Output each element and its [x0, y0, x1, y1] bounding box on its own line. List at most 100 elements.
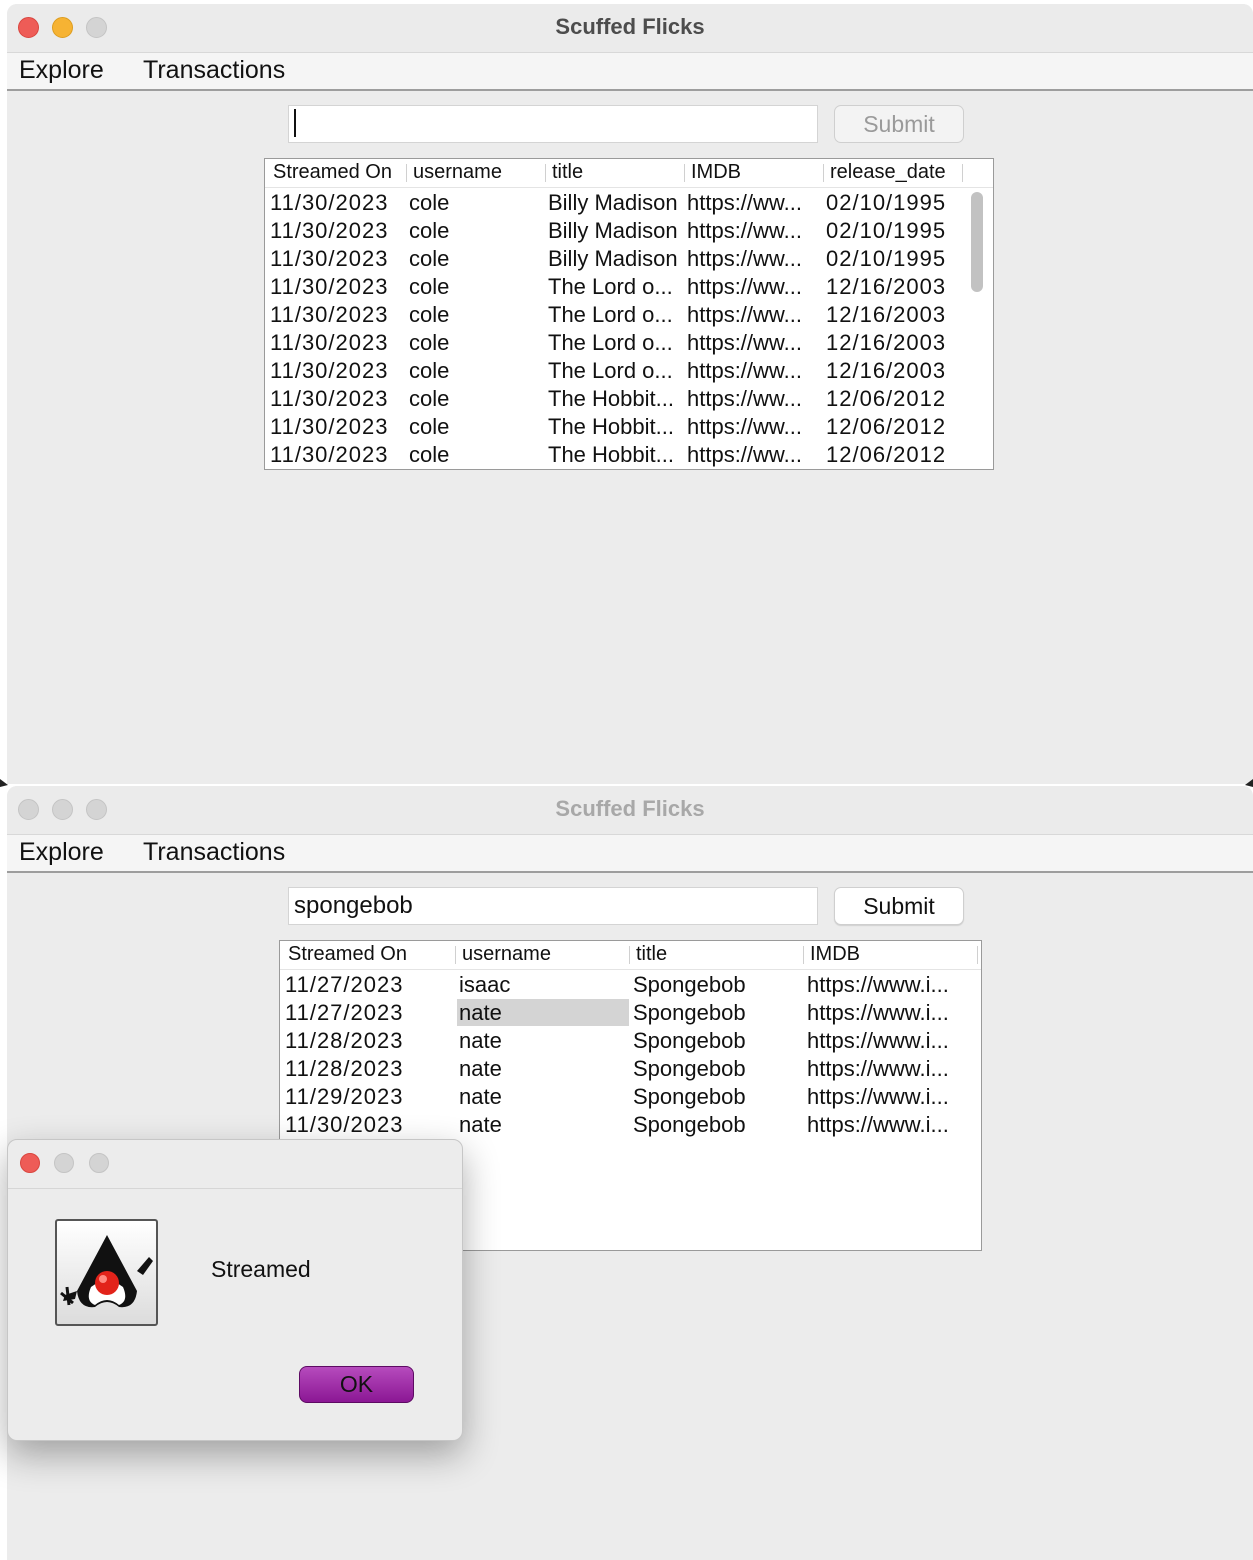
column-header-streamed-on[interactable]: Streamed On [288, 943, 407, 966]
table-cell: cole [409, 274, 450, 299]
text-caret [294, 108, 296, 137]
table-cell: https://ww... [687, 274, 802, 299]
table-cell: 11/28/2023 [285, 1056, 404, 1081]
table-cell: https://ww... [687, 330, 802, 355]
table-cell: nate [459, 1056, 502, 1081]
table-cell: 11/30/2023 [270, 190, 389, 215]
table-cell: 02/10/1995 [826, 190, 947, 215]
menu-transactions[interactable]: Transactions [143, 838, 285, 867]
menu-bar: Explore Transactions [7, 835, 1253, 873]
table-row[interactable]: 11/30/2023 cole Billy Madison https://ww...… [265, 217, 993, 245]
table-row[interactable]: 11/27/2023 nate Spongebob https://www.i... [280, 999, 981, 1027]
column-header-release-date[interactable]: release_date [830, 161, 946, 184]
table-cell: cole [409, 414, 450, 439]
table-cell: 11/30/2023 [285, 1112, 404, 1137]
transactions-table[interactable]: Streamed On username title IMDB release_… [264, 158, 994, 470]
close-button[interactable] [20, 1153, 40, 1173]
table-cell: cole [409, 190, 450, 215]
menu-explore[interactable]: Explore [19, 838, 104, 867]
window-titlebar[interactable]: Scuffed Flicks [7, 786, 1253, 835]
submit-button[interactable]: Submit [834, 105, 964, 143]
table-cell: The Lord o... [548, 302, 673, 327]
ok-button[interactable]: OK [299, 1366, 414, 1403]
menu-explore[interactable]: Explore [19, 56, 104, 85]
column-header-imdb[interactable]: IMDB [691, 161, 741, 184]
table-row[interactable]: 11/28/2023 nate Spongebob https://www.i... [280, 1027, 981, 1055]
vertical-scrollbar[interactable] [971, 192, 983, 292]
dialog-message: Streamed [211, 1256, 311, 1282]
table-cell: 11/30/2023 [270, 274, 389, 299]
table-cell: 11/28/2023 [285, 1028, 404, 1053]
submit-button[interactable]: Submit [834, 887, 964, 925]
table-cell: nate [459, 1028, 502, 1053]
table-cell: Billy Madison [548, 218, 678, 243]
table-cell: https://www.i... [807, 1084, 949, 1109]
table-row[interactable]: 11/30/2023 cole The Lord o... https://ww...… [265, 301, 993, 329]
table-cell: 11/30/2023 [270, 246, 389, 271]
table-cell: Billy Madison [548, 190, 678, 215]
table-cell: isaac [459, 972, 511, 997]
table-cell: nate [459, 1084, 502, 1109]
column-header-title[interactable]: title [636, 943, 667, 966]
java-duke-icon [55, 1219, 158, 1326]
message-dialog: Streamed OK [7, 1139, 463, 1441]
table-cell: https://ww... [687, 190, 802, 215]
table-header: Streamed On username title IMDB [280, 941, 981, 970]
column-header-username[interactable]: username [413, 161, 502, 184]
table-cell: cole [409, 246, 450, 271]
table-row[interactable]: 11/30/2023 cole The Lord o... https://ww...… [265, 273, 993, 301]
table-cell: 11/30/2023 [270, 386, 389, 411]
table-cell: https://www.i... [807, 1112, 949, 1137]
table-cell: nate [459, 1000, 502, 1025]
column-header-title[interactable]: title [552, 161, 583, 184]
table-cell: https://ww... [687, 414, 802, 439]
dialog-titlebar[interactable] [8, 1140, 462, 1189]
table-row[interactable]: 11/29/2023 nate Spongebob https://www.i... [280, 1083, 981, 1111]
table-cell: cole [409, 358, 450, 383]
table-row[interactable]: 11/30/2023 cole The Hobbit... https://ww...… [265, 413, 993, 441]
table-row[interactable]: 11/30/2023 cole Billy Madison https://ww...… [265, 189, 993, 217]
table-cell: 12/06/2012 [826, 442, 947, 467]
window-title: Scuffed Flicks [555, 14, 705, 39]
table-cell: 11/27/2023 [285, 1000, 404, 1025]
column-header-username[interactable]: username [462, 943, 551, 966]
table-row[interactable]: 11/30/2023 cole The Hobbit... https://ww...… [265, 441, 993, 469]
main-window-1: Scuffed Flicks Explore Transactions Subm… [7, 4, 1253, 784]
table-row[interactable]: 11/28/2023 nate Spongebob https://www.i... [280, 1055, 981, 1083]
table-cell: 11/29/2023 [285, 1084, 404, 1109]
table-cell: Spongebob [633, 1056, 746, 1081]
table-cell: nate [459, 1112, 502, 1137]
table-cell: 12/16/2003 [826, 358, 947, 383]
table-cell: 11/27/2023 [285, 972, 404, 997]
table-row[interactable]: 11/27/2023 isaac Spongebob https://www.i... [280, 971, 981, 999]
column-header-imdb[interactable]: IMDB [810, 943, 860, 966]
table-cell: The Lord o... [548, 274, 673, 299]
table-cell: https://www.i... [807, 1056, 949, 1081]
window-titlebar[interactable]: Scuffed Flicks [7, 4, 1253, 53]
zoom-button[interactable] [89, 1153, 109, 1173]
search-input[interactable] [288, 105, 818, 143]
table-cell: cole [409, 330, 450, 355]
table-cell: https://ww... [687, 302, 802, 327]
table-cell: 11/30/2023 [270, 302, 389, 327]
minimize-button[interactable] [54, 1153, 74, 1173]
table-cell: The Lord o... [548, 358, 673, 383]
table-cell: 02/10/1995 [826, 246, 947, 271]
table-header: Streamed On username title IMDB release_… [265, 159, 993, 188]
table-cell: https://ww... [687, 442, 802, 467]
table-cell: Spongebob [633, 1112, 746, 1137]
table-cell: https://www.i... [807, 1000, 949, 1025]
table-row[interactable]: 11/30/2023 cole The Hobbit... https://ww...… [265, 385, 993, 413]
table-row[interactable]: 11/30/2023 cole The Lord o... https://ww...… [265, 357, 993, 385]
menu-transactions[interactable]: Transactions [143, 56, 285, 85]
table-row[interactable]: 11/30/2023 cole Billy Madison https://ww...… [265, 245, 993, 273]
table-cell: Spongebob [633, 1000, 746, 1025]
table-cell: Spongebob [633, 972, 746, 997]
table-row[interactable]: 11/30/2023 cole The Lord o... https://ww...… [265, 329, 993, 357]
window-title: Scuffed Flicks [555, 796, 705, 821]
table-cell: Spongebob [633, 1084, 746, 1109]
table-cell: The Hobbit... [548, 386, 674, 411]
table-row[interactable]: 11/30/2023 nate Spongebob https://www.i... [280, 1111, 981, 1139]
column-header-streamed-on[interactable]: Streamed On [273, 161, 392, 184]
search-input[interactable]: spongebob [288, 887, 818, 925]
